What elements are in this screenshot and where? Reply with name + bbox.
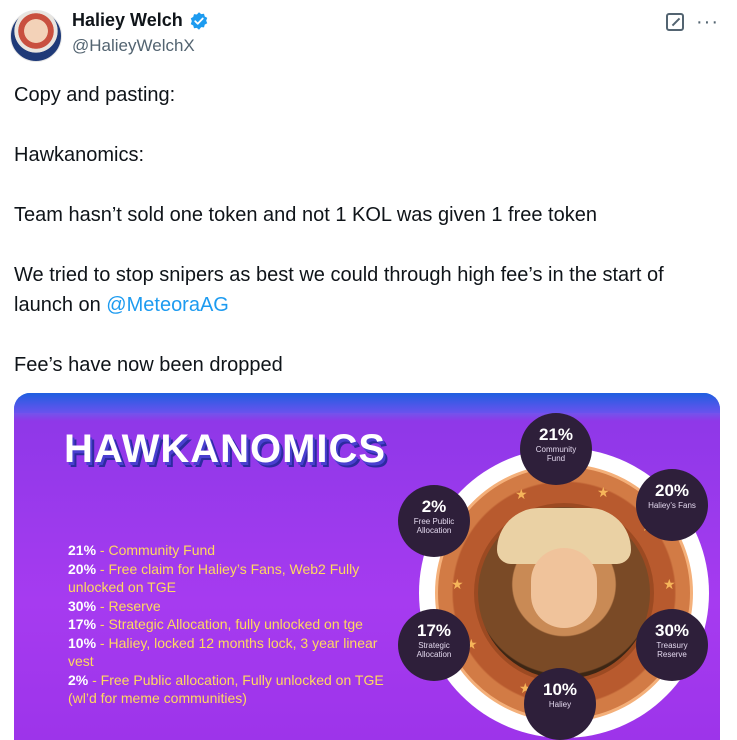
tweet-top-actions: ··· [666, 12, 719, 32]
author-display-name[interactable]: Haliey Welch [72, 10, 183, 31]
allocation-pct: 30% [68, 597, 97, 614]
allocation-item: 17% - Strategic Allocation, fully unlock… [68, 615, 398, 634]
allocation-text: - Reserve [96, 597, 161, 614]
star-icon: ★ [451, 576, 464, 592]
author-handle[interactable]: @HalieyWelchX [72, 36, 195, 56]
allocation-pct: 20% [68, 560, 97, 577]
grok-icon[interactable] [666, 13, 685, 31]
star-icon: ★ [515, 486, 528, 502]
badge-label: Free Public Allocation [413, 517, 455, 535]
allocation-item: 20% - Free claim for Haliey’s Fans, Web2… [68, 560, 398, 597]
allocation-item: 30% - Reserve [68, 597, 398, 616]
tweet-text: Copy and pasting: Hawkanomics: Team hasn… [14, 80, 724, 410]
star-icon: ★ [663, 576, 676, 592]
badge-haliey: 10% Haliey [524, 668, 596, 740]
allocation-text: - Strategic Allocation, fully unlocked o… [96, 616, 363, 632]
allocation-pct: 10% [68, 634, 97, 651]
allocation-item: 2% - Free Public allocation, Fully unloc… [68, 671, 398, 708]
allocation-pct: 2% [68, 671, 89, 688]
badge-pct: 17% [416, 621, 452, 640]
allocation-text: - Community Fund [96, 542, 216, 558]
badge-pct: 10% [542, 680, 578, 699]
badge-community-fund: 21% Community Fund [520, 413, 592, 485]
author-name-row: Haliey Welch [72, 10, 209, 31]
tweet-paragraph: Copy and pasting: [14, 84, 176, 106]
portrait-face [531, 548, 597, 628]
allocation-text: - Free claim for Haliey’s Fans, Web2 Ful… [68, 560, 360, 596]
tweet-paragraph: Team hasn’t sold one token and not 1 KOL… [14, 204, 597, 226]
allocation-item: 21% - Community Fund [68, 541, 398, 560]
allocation-item: 10% - Haliey, locked 12 months lock, 3 y… [68, 634, 398, 671]
allocation-text: - Haliey, locked 12 months lock, 3 year … [68, 634, 378, 670]
badge-free-public-allocation: 2% Free Public Allocation [398, 485, 470, 557]
tweet-paragraph: Hawkanomics: [14, 144, 145, 166]
badge-pct: 30% [654, 621, 690, 640]
more-icon[interactable]: ··· [696, 12, 719, 32]
badge-haliey-fans: 20% Haliey’s Fans [636, 469, 708, 541]
badge-label: Haliey [548, 700, 572, 709]
badge-strategic-allocation: 17% Strategic Allocation [398, 609, 470, 681]
allocation-list: 21% - Community Fund 20% - Free claim fo… [68, 541, 398, 708]
verified-badge-icon [190, 11, 207, 30]
mention-link[interactable]: @MeteoraAG [106, 294, 229, 316]
image-top-strip [14, 393, 720, 413]
image-title: HAWKANOMICS [64, 427, 387, 471]
allocation-pct: 21% [68, 542, 97, 558]
badge-pct: 21% [538, 425, 574, 444]
badge-treasury-reserve: 30% Treasury Reserve [636, 609, 708, 681]
tweet-image[interactable]: HAWKANOMICS 21% - Community Fund 20% - F… [14, 393, 720, 740]
allocation-pct: 17% [68, 616, 97, 632]
tweet: Haliey Welch @HalieyWelchX ··· Copy and … [0, 0, 737, 740]
badge-pct: 20% [654, 481, 690, 500]
tweet-paragraph: Fee’s have now been dropped [14, 354, 283, 376]
badge-pct: 2% [421, 497, 447, 516]
badge-label: Community Fund [535, 445, 577, 463]
badge-label: Strategic Allocation [416, 641, 452, 659]
tweet-paragraph-launch: We tried to stop snipers as best we coul… [14, 260, 724, 320]
avatar[interactable] [10, 10, 62, 62]
badge-label: Haliey’s Fans [648, 501, 696, 510]
star-icon: ★ [597, 484, 610, 500]
badge-label: Treasury Reserve [656, 641, 688, 659]
allocation-text: - Free Public allocation, Fully unlocked… [68, 671, 384, 707]
